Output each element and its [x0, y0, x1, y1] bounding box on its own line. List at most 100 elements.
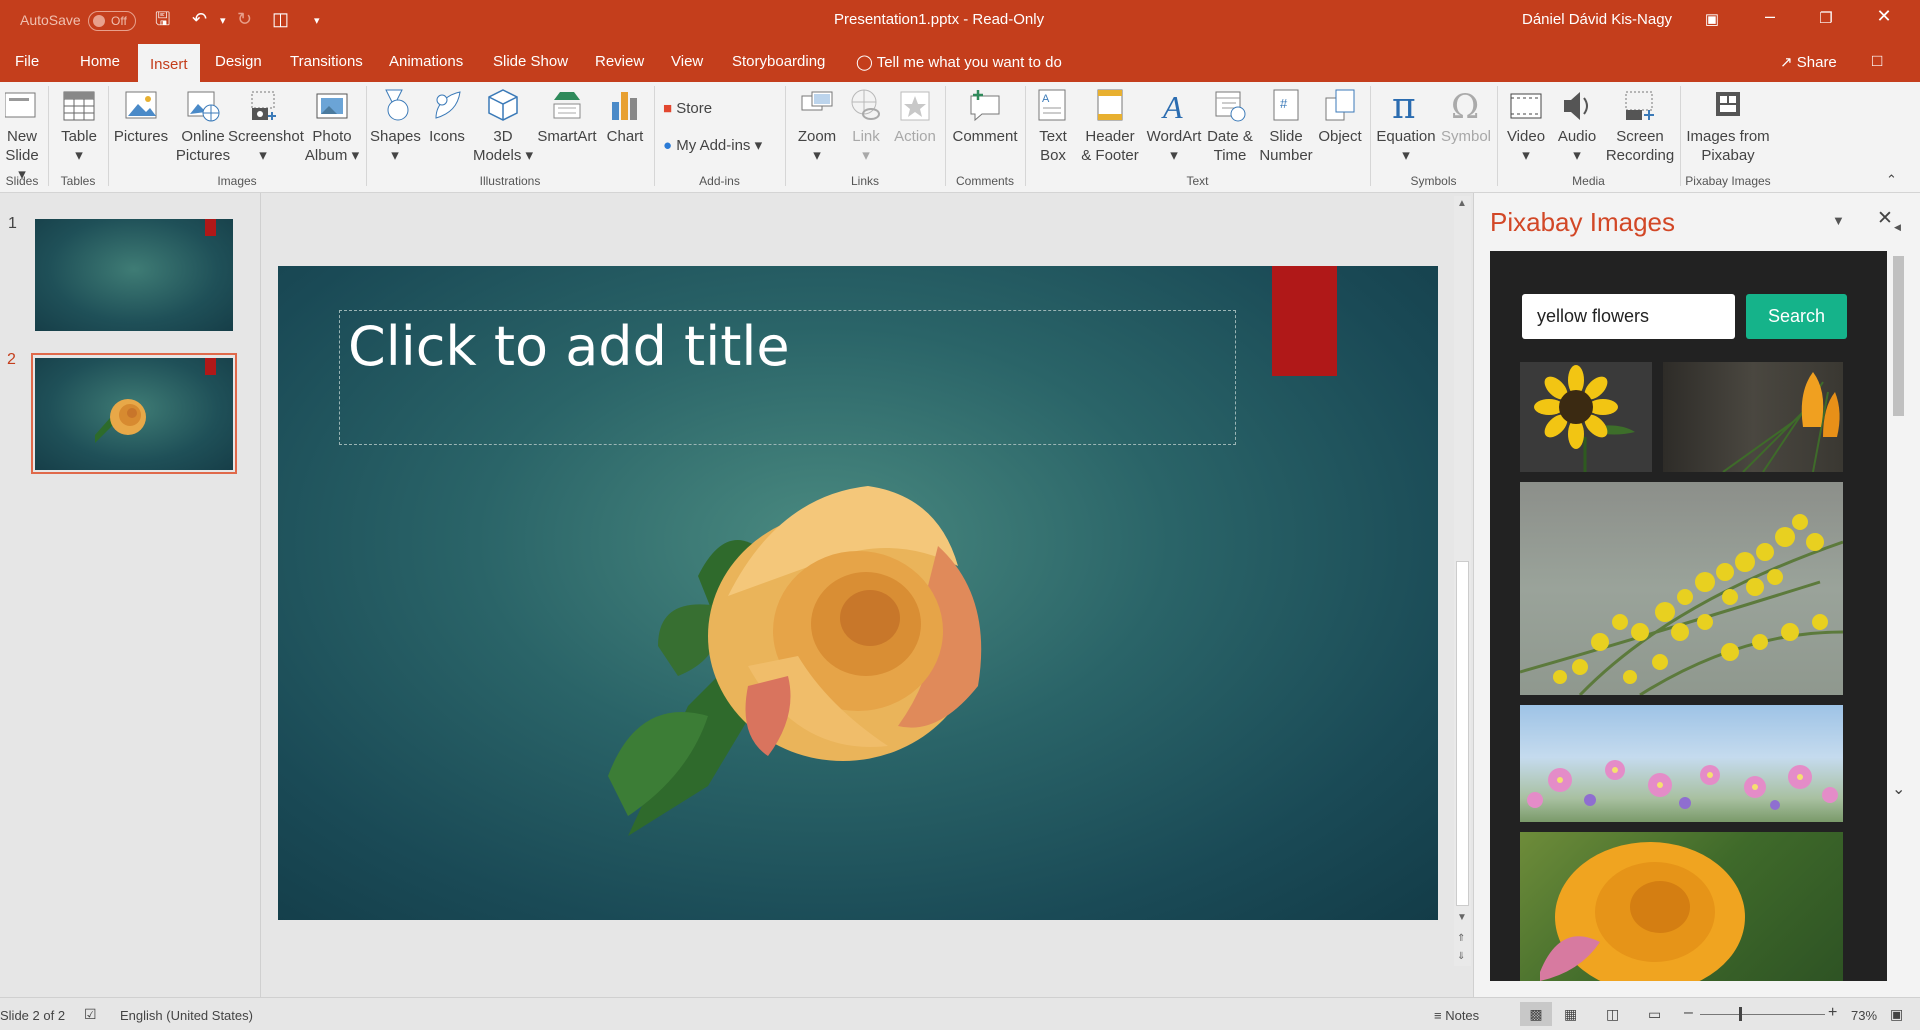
result-image-crocus[interactable] — [1663, 362, 1843, 472]
tab-storyboarding[interactable]: Storyboarding — [732, 53, 825, 70]
photo-album-button[interactable]: Photo Album ▾ — [303, 88, 361, 165]
icons-button[interactable]: Icons — [423, 88, 471, 146]
pixabay-search-input[interactable] — [1522, 294, 1735, 339]
tab-view[interactable]: View — [671, 53, 703, 70]
slide-vertical-scrollbar[interactable]: ▲ ▼ ⇑ ⇓ — [1454, 196, 1471, 966]
new-slide-button[interactable]: New Slide ▾ — [0, 88, 44, 184]
shapes-button[interactable]: Shapes ▾ — [370, 88, 421, 165]
share-button[interactable]: ↗ Share — [1780, 53, 1837, 71]
fit-to-window-icon[interactable]: ▣ — [1890, 1006, 1903, 1023]
undo-dropdown-icon[interactable]: ▾ — [220, 10, 226, 32]
images-from-pixabay-button[interactable]: Images from Pixabay — [1684, 88, 1772, 165]
save-icon[interactable]: 🖫 — [155, 8, 170, 30]
slide-thumbnail-1[interactable] — [35, 219, 233, 331]
slideshow-icon[interactable]: ▭ — [1648, 1006, 1661, 1023]
scroll-up-icon[interactable]: ▲ — [1457, 198, 1467, 209]
tab-review[interactable]: Review — [595, 53, 644, 70]
chart-icon — [612, 92, 637, 120]
tab-transitions[interactable]: Transitions — [290, 53, 363, 70]
header-footer-button[interactable]: Header & Footer — [1077, 88, 1143, 165]
zoom-slider[interactable] — [1700, 1014, 1825, 1015]
screen-recording-button[interactable]: Screen Recording — [1604, 88, 1676, 165]
pane-options-icon[interactable]: ▼ — [1832, 213, 1845, 228]
screenshot-button[interactable]: Screenshot ▾ — [228, 88, 304, 165]
language-indicator[interactable]: English (United States) — [120, 1008, 253, 1023]
minimize-icon[interactable]: – — [1750, 6, 1790, 27]
spelling-check-icon[interactable]: ☑ — [84, 1006, 97, 1023]
ribbon-display-options-icon[interactable]: ▣ — [1692, 10, 1732, 28]
restore-icon[interactable]: ❐ — [1806, 9, 1846, 27]
tab-file[interactable]: File — [15, 53, 39, 70]
screenshot-icon — [251, 91, 276, 120]
screen-recording-icon — [1625, 91, 1654, 120]
tab-animations[interactable]: Animations — [389, 53, 463, 70]
video-button[interactable]: Video ▾ — [1502, 88, 1550, 165]
zoom-in-icon[interactable]: + — [1828, 1004, 1837, 1022]
slide-thumbnail-2[interactable] — [35, 358, 233, 470]
object-button[interactable]: Object — [1315, 88, 1365, 146]
smartart-button[interactable]: SmartArt — [535, 88, 599, 146]
tab-insert[interactable]: Insert — [138, 44, 200, 82]
collapse-ribbon-icon[interactable]: ⌃ — [1886, 172, 1897, 188]
pane-scrollbar-thumb[interactable] — [1893, 256, 1904, 416]
pixabay-search-button[interactable]: Search — [1746, 294, 1847, 339]
tell-me-box[interactable]: ◯ Tell me what you want to do — [856, 53, 1062, 71]
user-name[interactable]: Dániel Dávid Kis-Nagy — [1522, 11, 1672, 28]
text-box-button[interactable]: A Text Box — [1030, 88, 1076, 165]
symbol-button[interactable]: Ω Symbol — [1438, 88, 1494, 146]
result-image-yellow-rose[interactable] — [1520, 832, 1843, 981]
pane-scroll-left-icon[interactable]: ◀ — [1894, 222, 1901, 233]
group-label: Media — [1572, 174, 1605, 188]
next-slide-icon[interactable]: ⇓ — [1457, 951, 1465, 962]
zoom-out-icon[interactable]: – — [1684, 1004, 1693, 1022]
notes-button[interactable]: ≡ Notes — [1434, 1008, 1479, 1023]
text-box-icon: A — [1038, 89, 1066, 121]
wordart-button[interactable]: A WordArt ▾ — [1144, 88, 1204, 165]
reading-view-icon[interactable]: ◫ — [1606, 1006, 1619, 1023]
result-image-mimosa[interactable] — [1520, 482, 1843, 695]
addins-icon: ● — [663, 137, 673, 154]
autosave-toggle[interactable]: Off — [88, 11, 136, 31]
undo-icon[interactable]: ↶ — [192, 8, 207, 30]
result-image-sunflower[interactable] — [1520, 362, 1652, 472]
link-button[interactable]: Link ▾ — [846, 88, 886, 165]
comment-button[interactable]: Comment — [950, 88, 1020, 146]
pane-scrollbar[interactable]: ◀ — [1891, 206, 1906, 802]
pictures-button[interactable]: Pictures — [113, 88, 169, 146]
3d-models-button[interactable]: 3D Models ▾ — [472, 88, 534, 165]
comments-icon[interactable]: □ — [1872, 51, 1882, 71]
comment-icon — [970, 90, 1000, 122]
document-title: Presentation1.pptx - Read-Only — [834, 11, 1045, 28]
customize-qat-icon[interactable]: ▾ — [314, 10, 320, 32]
pane-scroll-down-icon[interactable]: ⌄ — [1892, 779, 1905, 799]
zoom-button[interactable]: Zoom ▾ — [792, 88, 842, 165]
title-bar: AutoSave Off 🖫 ↶ ▾ ↻ ◫ ▾ Presentation1.p… — [0, 0, 1920, 40]
scrollbar-thumb[interactable] — [1456, 561, 1469, 906]
normal-view-icon[interactable]: ▩ — [1520, 1002, 1552, 1026]
tab-home[interactable]: Home — [80, 53, 120, 70]
slide-sorter-icon[interactable]: ▦ — [1564, 1006, 1577, 1023]
store-button[interactable]: ■ Store — [663, 100, 712, 117]
result-image-cosmos[interactable] — [1520, 705, 1843, 822]
audio-button[interactable]: Audio ▾ — [1552, 88, 1602, 165]
action-button[interactable]: Action — [891, 88, 939, 146]
equation-button[interactable]: π Equation ▾ — [1374, 88, 1438, 165]
zoom-level[interactable]: 73% — [1851, 1008, 1877, 1023]
close-icon[interactable]: ✕ — [1864, 6, 1904, 27]
my-addins-button[interactable]: ● My Add-ins ▾ — [663, 136, 762, 154]
table-button[interactable]: Table ▾ — [54, 88, 104, 165]
title-placeholder[interactable]: Click to add title — [339, 310, 1236, 445]
present-from-beginning-icon[interactable]: ◫ — [272, 8, 289, 30]
slide-canvas[interactable]: Click to add title — [278, 266, 1438, 920]
tab-design[interactable]: Design — [215, 53, 262, 70]
slide-number-button[interactable]: # Slide Number — [1258, 88, 1314, 165]
date-time-button[interactable]: Date & Time — [1203, 88, 1257, 165]
previous-slide-icon[interactable]: ⇑ — [1457, 933, 1465, 944]
redo-icon[interactable]: ↻ — [237, 8, 252, 30]
online-pictures-button[interactable]: Online Pictures — [172, 88, 234, 165]
zoom-slider-thumb[interactable] — [1739, 1007, 1742, 1021]
scroll-down-icon[interactable]: ▼ — [1457, 912, 1467, 923]
tab-slide-show[interactable]: Slide Show — [493, 53, 568, 70]
rose-image[interactable] — [598, 456, 1018, 856]
chart-button[interactable]: Chart — [602, 88, 648, 146]
